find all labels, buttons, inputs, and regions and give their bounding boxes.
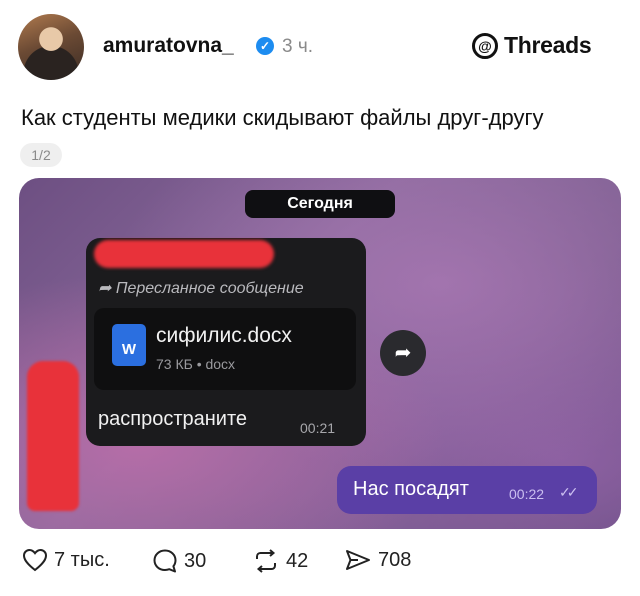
share-count: 708: [378, 548, 412, 571]
forward-arrow-icon: ➦: [98, 280, 116, 297]
like-count: 7 тыс.: [54, 548, 110, 571]
file-attachment[interactable]: W сифилис.docx 73 КБ • docx: [94, 308, 356, 390]
forward-share-button[interactable]: ➦: [380, 330, 426, 376]
forwarded-label: ➦ Пересланное сообщение: [98, 280, 304, 297]
threads-at-icon: @: [472, 32, 498, 59]
repost-icon: [256, 549, 276, 573]
share-action[interactable]: 708: [344, 548, 411, 572]
outgoing-message-bubble[interactable]: Нас посадят 00:22 ✓✓: [337, 466, 597, 514]
word-document-icon: W: [112, 324, 146, 366]
post-media-screenshot[interactable]: Сегодня ➦ Пересланное сообщение W сифили…: [19, 178, 621, 529]
post-actions: 7 тыс. 30 42 708: [0, 548, 640, 582]
media-pager: 1/2: [20, 143, 62, 167]
chat-date-pill: Сегодня: [245, 190, 395, 218]
outgoing-message-time: 00:22: [509, 486, 545, 502]
incoming-message-time: 00:21: [300, 420, 336, 436]
comment-bubble-icon: [153, 549, 177, 573]
reply-count: 30: [184, 549, 207, 572]
verified-badge-icon: ✓: [256, 37, 274, 55]
file-name: сифилис.docx: [156, 324, 292, 347]
outgoing-message-text: Нас посадят: [353, 478, 469, 500]
incoming-message-bubble[interactable]: ➦ Пересланное сообщение W сифилис.docx 7…: [86, 238, 366, 446]
post-text: Как студенты медики скидывают файлы друг…: [21, 105, 544, 130]
post-time: 3 ч.: [282, 36, 314, 57]
reply-action[interactable]: 30: [152, 548, 206, 574]
incoming-message-text: распространите: [98, 408, 248, 430]
redaction-scribble: [94, 240, 274, 268]
read-checkmarks-icon: ✓✓: [559, 484, 579, 500]
username[interactable]: amuratovna_: [103, 34, 234, 58]
redaction-scribble-left: [27, 361, 79, 511]
repost-count: 42: [286, 549, 309, 572]
share-arrow-icon: ➦: [394, 342, 412, 364]
heart-icon: [22, 548, 48, 572]
threads-logo[interactable]: @ Threads: [472, 32, 592, 59]
like-action[interactable]: 7 тыс.: [22, 548, 110, 572]
send-icon: [346, 550, 370, 570]
post-header: amuratovna_ ✓ 3 ч. @ Threads: [0, 0, 640, 90]
threads-wordmark: Threads: [504, 32, 592, 58]
file-meta: 73 КБ • docx: [156, 356, 236, 372]
repost-action[interactable]: 42: [252, 548, 308, 574]
avatar[interactable]: [18, 14, 84, 80]
